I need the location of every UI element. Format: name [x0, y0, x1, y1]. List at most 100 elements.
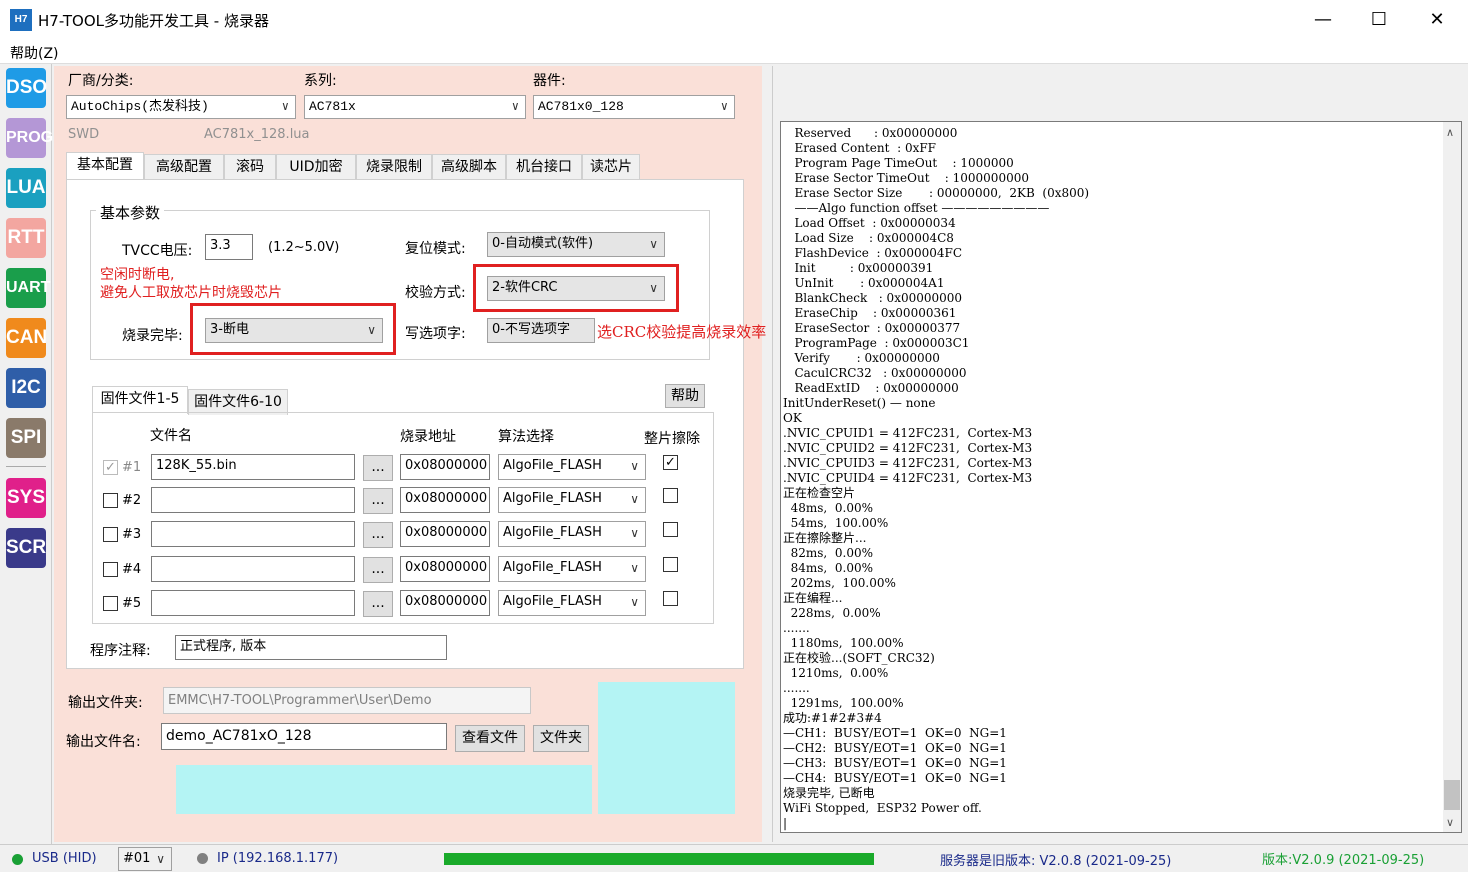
lua-file-text: AC781x_128.lua [204, 127, 310, 142]
tab-limits[interactable]: 烧录限制 [356, 154, 432, 180]
basic-params-title: 基本参数 [96, 202, 165, 223]
log-scrollbar[interactable]: ∧ ∨ [1443, 122, 1461, 832]
row-algorithm-select[interactable]: AlgoFile_FLASH ∨ [498, 487, 646, 513]
row-algorithm-value: AlgoFile_FLASH [503, 560, 602, 575]
row-erase-checkbox[interactable] [663, 488, 678, 503]
row-browse-button[interactable]: ... [363, 455, 393, 481]
sidebar-i2c-button[interactable]: I2C [6, 368, 46, 408]
config-tabs: 基本配置 高级配置 滚码 UID加密 烧录限制 高级脚本 机台接口 读芯片 [66, 152, 746, 180]
row-address-input[interactable]: 0x08000000 [400, 590, 490, 616]
row-enable-checkbox[interactable] [103, 527, 118, 542]
status-panel-right [598, 682, 735, 814]
row-file-input[interactable] [151, 521, 355, 547]
sidebar-rtt-button[interactable]: RTT [6, 218, 46, 258]
tab-read-chip[interactable]: 读芯片 [582, 154, 640, 180]
row-browse-button[interactable]: ... [363, 591, 393, 617]
row-enable-checkbox[interactable] [103, 596, 118, 611]
tvcc-input[interactable]: 3.3 [205, 234, 253, 260]
firmware-help-button[interactable]: 帮助 [665, 384, 705, 408]
row-erase-checkbox[interactable]: ✓ [663, 455, 678, 470]
row-id: #2 [122, 493, 142, 508]
chevron-down-icon: ∨ [630, 459, 639, 473]
done-action-select[interactable]: 3-断电 ∨ [205, 318, 383, 343]
sidebar-can-button[interactable]: CAN [6, 318, 47, 358]
scroll-thumb[interactable] [1444, 780, 1460, 810]
comment-label: 程序注释: [90, 643, 151, 659]
tab-rolling-code[interactable]: 滚码 [224, 154, 276, 180]
row-file-input[interactable] [151, 590, 355, 616]
row-erase-checkbox[interactable] [663, 591, 678, 606]
row-browse-button[interactable]: ... [363, 488, 393, 514]
ip-status: IP (192.168.1.177) [217, 851, 339, 866]
row-enable-checkbox[interactable] [103, 562, 118, 577]
option-bytes-value: 0-不写选项字 [492, 322, 570, 337]
menu-help[interactable]: 帮助(Z) [10, 43, 59, 63]
sidebar-prog-button[interactable]: PROG [6, 118, 53, 158]
row-address-input[interactable]: 0x08000000 [400, 521, 490, 547]
sidebar: DSO PROG LUA RTT UART CAN I2C SPI SYS SC… [0, 64, 53, 844]
tab-basic[interactable]: 基本配置 [66, 152, 144, 180]
reset-mode-value: 0-自动模式(软件) [492, 236, 594, 251]
ip-status-icon [197, 853, 208, 864]
vendor-select[interactable]: AutoChips(杰发科技) ∨ [66, 95, 296, 119]
option-bytes-label: 写选项字: [405, 326, 466, 342]
row-algorithm-select[interactable]: AlgoFile_FLASH ∨ [498, 590, 646, 616]
row-address-input[interactable]: 0x08000000 [400, 487, 490, 513]
view-file-button[interactable]: 查看文件 [455, 725, 525, 752]
row-enable-checkbox[interactable] [103, 493, 118, 508]
tab-machine-interface[interactable]: 机台接口 [506, 154, 582, 180]
sidebar-spi-button[interactable]: SPI [6, 418, 46, 458]
annotation-line-2: 避免人工取放芯片时烧毁芯片 [100, 285, 282, 301]
row-erase-checkbox[interactable] [663, 522, 678, 537]
series-select[interactable]: AC781x ∨ [304, 95, 526, 119]
sidebar-sys-button[interactable]: SYS [6, 478, 46, 518]
window-title: H7-TOOL多功能开发工具 - 烧录器 [38, 12, 269, 30]
row-browse-button[interactable]: ... [363, 522, 393, 548]
scroll-up-icon[interactable]: ∧ [1446, 126, 1454, 139]
output-name-input[interactable]: demo_AC781xO_128 [161, 723, 447, 750]
col-chip-erase: 整片擦除 [644, 431, 700, 447]
row-enable-checkbox[interactable]: ✓ [103, 460, 118, 475]
folder-button[interactable]: 文件夹 [533, 725, 589, 752]
reset-mode-label: 复位模式: [405, 241, 466, 257]
row-erase-checkbox[interactable] [663, 557, 678, 572]
annotation-line-1: 空闲时断电, [100, 267, 175, 283]
chevron-down-icon: ∨ [649, 281, 658, 295]
row-file-input[interactable] [151, 487, 355, 513]
row-algorithm-value: AlgoFile_FLASH [503, 525, 602, 540]
row-file-input[interactable] [151, 556, 355, 582]
tab-firmware-1-5[interactable]: 固件文件1-5 [92, 386, 188, 414]
interface-text: SWD [68, 127, 100, 142]
row-address-input[interactable]: 0x08000000 [400, 454, 490, 480]
row-algorithm-select[interactable]: AlgoFile_FLASH ∨ [498, 454, 646, 480]
log-textbox[interactable]: Reserved : 0x00000000 Erased Content : 0… [780, 121, 1462, 833]
option-bytes-select[interactable]: 0-不写选项字 [487, 318, 595, 343]
tab-script[interactable]: 高级脚本 [432, 154, 506, 180]
maximize-button[interactable]: ☐ [1350, 0, 1408, 40]
verify-mode-select[interactable]: 2-软件CRC ∨ [487, 276, 665, 301]
chevron-down-icon: ∨ [281, 100, 289, 114]
close-button[interactable]: ✕ [1408, 0, 1466, 40]
sidebar-scr-button[interactable]: SCR [6, 528, 46, 568]
minimize-button[interactable]: — [1294, 0, 1352, 40]
row-id: #3 [122, 527, 142, 542]
tab-uid-encrypt[interactable]: UID加密 [276, 154, 356, 180]
tvcc-range: (1.2~5.0V) [268, 240, 340, 255]
row-algorithm-select[interactable]: AlgoFile_FLASH ∨ [498, 556, 646, 582]
row-algorithm-select[interactable]: AlgoFile_FLASH ∨ [498, 521, 646, 547]
sidebar-dso-button[interactable]: DSO [6, 68, 47, 108]
comment-input[interactable]: 正式程序, 版本 [175, 635, 447, 660]
device-select[interactable]: AC781x0_128 ∨ [533, 95, 735, 119]
row-file-input[interactable]: 128K_55.bin [151, 454, 355, 480]
device-select-value: AC781x0_128 [538, 99, 624, 114]
sidebar-uart-button[interactable]: UART [6, 268, 50, 308]
chevron-down-icon: ∨ [720, 100, 728, 114]
channel-select[interactable]: #01 ∨ [118, 847, 172, 871]
scroll-down-icon[interactable]: ∨ [1446, 816, 1454, 829]
row-address-input[interactable]: 0x08000000 [400, 556, 490, 582]
row-browse-button[interactable]: ... [363, 557, 393, 583]
reset-mode-select[interactable]: 0-自动模式(软件) ∨ [487, 232, 665, 257]
output-folder-input[interactable]: EMMC\H7-TOOL\Programmer\User\Demo [163, 687, 531, 714]
tab-advanced[interactable]: 高级配置 [144, 154, 224, 180]
sidebar-lua-button[interactable]: LUA [6, 168, 46, 208]
